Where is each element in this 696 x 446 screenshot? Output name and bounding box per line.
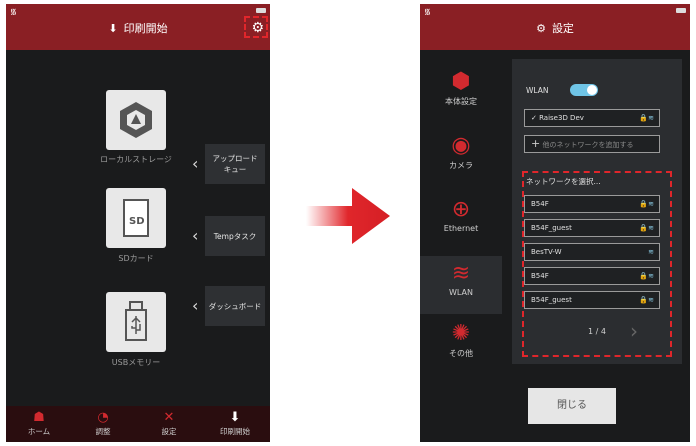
gear-icon: ⚙ (536, 22, 546, 35)
print-start-screen: ᯾ ⬇ 印刷開始 ⚙ ローカルストレージ SD SDカード USBメモリー ‹ ア… (6, 4, 270, 442)
chevron-left-icon[interactable]: ‹ (192, 154, 198, 173)
sd-card-label: SDカード (118, 254, 154, 263)
gears-icon: ✺ (451, 321, 471, 346)
svg-text:SD: SD (129, 216, 145, 227)
tab-home[interactable]: ☗ ホーム (14, 410, 64, 437)
wifi-status-icon: ᯾ (10, 7, 17, 16)
sidebar-item-other[interactable]: ✺ その他 (420, 320, 502, 359)
local-storage-icon (120, 102, 152, 138)
connected-network-name: Raise3D Dev (539, 114, 584, 122)
sd-card-button[interactable]: SD (106, 188, 166, 248)
usb-label: USBメモリー (111, 358, 161, 367)
page-indicator: 1 / 4 (588, 327, 606, 336)
sidebar-item-label: その他 (449, 349, 473, 358)
machine-icon: ⬢ (451, 69, 471, 94)
camera-icon: ◉ (451, 133, 471, 158)
tab-settings[interactable]: ✕ 設定 (144, 410, 194, 437)
plus-icon: + (531, 137, 541, 150)
settings-screen: ᯾ ⚙ 設定 ⬢ 本体設定 ◉ カメラ ⊕ Ethernet ≋ WLAN ✺ その他 WL… (420, 4, 690, 442)
adjust-icon: ◔ (97, 410, 109, 425)
wlan-panel: WLAN ✓ Raise3D Dev 🔒≋ + 他のネットワークを追加する ネット… (512, 59, 682, 364)
sidebar-item-label: カメラ (449, 161, 473, 170)
tools-icon: ✕ (163, 410, 175, 425)
lock-wifi-icon: 🔒≋ (639, 296, 654, 304)
tab-print-start[interactable]: ⬇ 印刷開始 (210, 410, 260, 437)
sidebar-item-label: WLAN (448, 288, 473, 297)
settings-sidebar: ⬢ 本体設定 ◉ カメラ ⊕ Ethernet ≋ WLAN ✺ その他 (420, 50, 512, 442)
sd-card-icon: SD (123, 199, 149, 237)
sidebar-item-label: Ethernet (443, 224, 479, 233)
add-network-button[interactable]: + 他のネットワークを追加する (524, 135, 660, 153)
temp-task-drawer[interactable]: Tempタスク (205, 216, 265, 256)
network-name: BesTV-W (531, 248, 562, 256)
page-title-text: 設定 (551, 22, 574, 35)
network-item[interactable]: B54F 🔒≋ (524, 195, 660, 213)
local-storage-button[interactable] (106, 90, 166, 150)
tab-adjust[interactable]: ◔ 調整 (78, 410, 128, 437)
top-bar: ᯾ ⚙ 設定 (420, 4, 690, 50)
globe-icon: ⊕ (451, 197, 471, 222)
network-name: B54F_guest (531, 224, 572, 232)
usb-icon (125, 301, 147, 341)
page-title: ⚙ 設定 (420, 20, 690, 36)
chevron-left-icon[interactable]: ‹ (192, 296, 198, 315)
wifi-status-icon: ᯾ (424, 7, 431, 16)
print-icon: ⬇ (108, 22, 118, 35)
bottom-tab-bar: ☗ ホーム ◔ 調整 ✕ 設定 ⬇ 印刷開始 (6, 406, 270, 442)
tab-home-label: ホーム (27, 427, 51, 436)
lock-wifi-icon: 🔒≋ (639, 224, 654, 232)
sidebar-item-ethernet[interactable]: ⊕ Ethernet (420, 196, 502, 233)
usb-button[interactable] (106, 292, 166, 352)
wifi-icon: ≋ (451, 261, 471, 286)
chevron-left-icon[interactable]: ‹ (192, 226, 198, 245)
top-bar: ᯾ ⬇ 印刷開始 ⚙ (6, 4, 270, 50)
tab-settings-label: 設定 (161, 427, 177, 436)
connected-network[interactable]: ✓ Raise3D Dev 🔒≋ (524, 109, 660, 127)
sidebar-item-machine[interactable]: ⬢ 本体設定 (420, 68, 502, 107)
print-icon: ⬇ (229, 410, 241, 425)
sidebar-item-camera[interactable]: ◉ カメラ (420, 132, 502, 171)
lock-wifi-icon: 🔒≋ (639, 272, 654, 280)
page-title-text: 印刷開始 (123, 22, 168, 35)
lock-wifi-icon: 🔒≋ (639, 114, 654, 122)
highlight-frame (244, 16, 268, 38)
close-button[interactable]: 閉じる (528, 388, 616, 424)
add-network-label: 他のネットワークを追加する (542, 141, 634, 149)
lock-wifi-icon: 🔒≋ (639, 200, 654, 208)
network-item[interactable]: BesTV-W ≋ (524, 243, 660, 261)
tab-adjust-label: 調整 (95, 427, 111, 436)
chevron-right-icon[interactable]: › (630, 319, 638, 343)
battery-icon (256, 8, 266, 13)
network-name: B54F (531, 272, 549, 280)
sidebar-item-wlan[interactable]: ≋ WLAN (420, 256, 502, 314)
local-storage-label: ローカルストレージ (100, 155, 172, 164)
sidebar-item-label: 本体設定 (445, 97, 477, 106)
page-title: ⬇ 印刷開始 (6, 20, 270, 36)
network-name: B54F (531, 200, 549, 208)
tab-print-start-label: 印刷開始 (220, 427, 250, 436)
arrow-right-icon (306, 188, 390, 244)
home-icon: ☗ (33, 410, 45, 425)
wlan-label: WLAN (526, 86, 549, 95)
wifi-icon: ≋ (648, 248, 654, 256)
network-item[interactable]: B54F_guest 🔒≋ (524, 219, 660, 237)
select-network-label: ネットワークを選択... (526, 177, 601, 186)
upload-queue-drawer[interactable]: アップロード キュー (205, 144, 265, 184)
network-item[interactable]: B54F 🔒≋ (524, 267, 660, 285)
wlan-toggle[interactable] (570, 84, 598, 96)
battery-icon (676, 8, 686, 13)
network-name: B54F_guest (531, 296, 572, 304)
dashboard-drawer[interactable]: ダッシュボード (205, 286, 265, 326)
network-item[interactable]: B54F_guest 🔒≋ (524, 291, 660, 309)
